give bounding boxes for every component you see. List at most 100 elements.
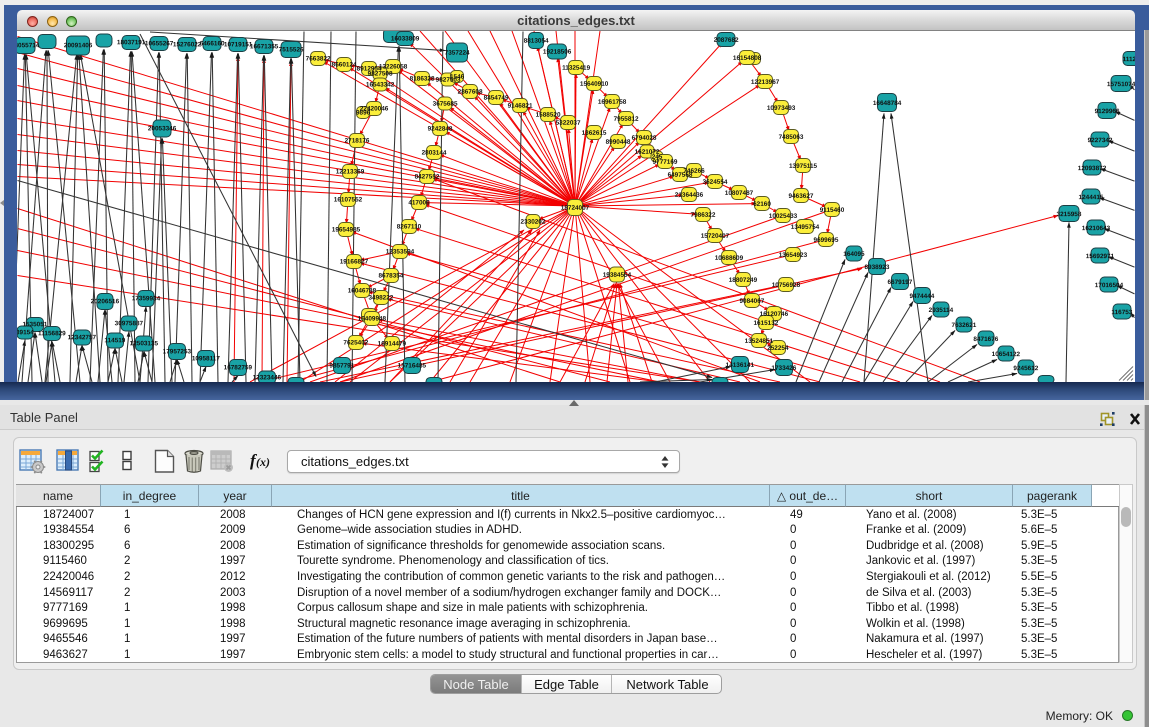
svg-text:8454749: 8454749: [484, 94, 509, 101]
svg-text:7357224: 7357224: [445, 49, 470, 56]
svg-text:11325419: 11325419: [562, 64, 591, 71]
svg-text:1362615: 1362615: [582, 129, 607, 136]
svg-text:11156829: 11156829: [38, 330, 66, 337]
svg-text:9699695: 9699695: [814, 236, 839, 243]
svg-text:8813054: 8813054: [524, 37, 549, 44]
svg-text:10973493: 10973493: [767, 104, 796, 111]
svg-text:7663822: 7663822: [306, 55, 331, 62]
svg-text:16154808: 16154808: [733, 54, 762, 61]
svg-text:6794028: 6794028: [632, 134, 657, 141]
svg-text:9129966: 9129966: [1095, 108, 1120, 115]
svg-text:15640910: 15640910: [580, 80, 609, 87]
svg-text:13654923: 13654923: [779, 251, 808, 258]
svg-text:16961758: 16961758: [598, 98, 627, 105]
svg-text:39154: 39154: [17, 329, 34, 336]
svg-text:1535051: 1535051: [22, 321, 47, 328]
svg-text:16782759: 16782759: [224, 364, 253, 371]
svg-text:3675685: 3675685: [433, 100, 458, 107]
svg-text:19218506: 19218506: [543, 48, 572, 55]
svg-text:17016504: 17016504: [1095, 282, 1124, 289]
svg-text:62160: 62160: [753, 200, 771, 207]
svg-text:2803144: 2803144: [422, 149, 447, 156]
svg-text:19654985: 19654985: [332, 226, 361, 233]
svg-text:21364436: 21364436: [675, 191, 704, 198]
svg-text:16543342: 16543342: [366, 81, 395, 88]
svg-text:12213967: 12213967: [751, 78, 780, 85]
svg-text:9245612: 9245612: [1013, 365, 1038, 372]
svg-text:16914479: 16914479: [378, 340, 407, 347]
svg-text:10756928: 10756928: [772, 281, 801, 288]
svg-text:417006: 417006: [408, 199, 430, 206]
svg-text:10958117: 10958117: [192, 355, 221, 362]
svg-text:17957253: 17957253: [163, 348, 192, 355]
svg-text:8427552: 8427552: [415, 173, 440, 180]
svg-text:8186328: 8186328: [410, 75, 435, 82]
svg-text:16671355: 16671355: [250, 43, 279, 50]
svg-text:2087682: 2087682: [714, 36, 739, 43]
svg-text:9115460: 9115460: [820, 206, 845, 213]
svg-text:15720407: 15720407: [701, 232, 730, 239]
svg-text:3498222: 3498222: [368, 294, 393, 301]
svg-text:8990448: 8990448: [606, 138, 631, 145]
svg-text:12093872: 12093872: [1078, 165, 1107, 172]
svg-text:12353594: 12353594: [386, 248, 415, 255]
svg-text:11121: 11121: [1123, 56, 1135, 63]
svg-text:10655267: 10655267: [145, 40, 174, 47]
svg-text:9084067: 9084067: [739, 297, 764, 304]
svg-text:18037191: 18037191: [117, 39, 146, 46]
svg-text:10654122: 10654122: [992, 351, 1021, 358]
svg-text:9227342: 9227342: [1088, 137, 1113, 144]
svg-text:7485063: 7485063: [779, 133, 804, 140]
svg-text:15276022: 15276022: [173, 41, 202, 48]
svg-text:9827508: 9827508: [368, 70, 393, 77]
svg-text:20206516: 20206516: [91, 298, 120, 305]
svg-text:16210643: 16210643: [1082, 225, 1111, 232]
svg-text:19384554: 19384554: [603, 271, 632, 278]
svg-text:16648784: 16648784: [873, 99, 902, 106]
svg-text:13226058: 13226058: [379, 63, 408, 70]
svg-text:15751074: 15751074: [1107, 81, 1135, 88]
svg-text:17359934: 17359934: [132, 295, 161, 302]
svg-text:10688609: 10688609: [715, 254, 744, 261]
svg-text:1588520: 1588520: [536, 111, 561, 118]
svg-text:2867608: 2867608: [458, 88, 483, 95]
svg-text:116753: 116753: [1111, 309, 1132, 316]
svg-text:16107552: 16107552: [334, 196, 363, 203]
svg-text:7515526: 7515526: [279, 46, 304, 53]
svg-text:1244415: 1244415: [1079, 194, 1104, 201]
svg-text:6679197: 6679197: [887, 278, 912, 285]
svg-text:10719151: 10719151: [224, 41, 253, 48]
svg-text:2330202: 2330202: [521, 218, 546, 225]
svg-text:746266: 746266: [683, 167, 705, 174]
svg-text:1615132: 1615132: [753, 319, 778, 326]
svg-text:15692971: 15692971: [1086, 253, 1115, 260]
svg-text:7632621: 7632621: [951, 322, 976, 329]
svg-text:2718176: 2718176: [345, 137, 370, 144]
svg-text:9896: 9896: [356, 109, 371, 116]
svg-text:20091406: 20091406: [64, 42, 93, 49]
svg-text:14055714: 14055714: [17, 42, 40, 49]
svg-text:8267110: 8267110: [397, 223, 422, 230]
svg-text:16033809: 16033809: [391, 35, 420, 42]
svg-text:8471676: 8471676: [973, 336, 998, 343]
svg-text:9777169: 9777169: [653, 158, 678, 165]
svg-text:164095: 164095: [843, 250, 865, 257]
svg-text:7986322: 7986322: [691, 211, 716, 218]
svg-text:16046788: 16046788: [348, 287, 377, 294]
svg-text:(x): (x): [256, 455, 270, 469]
svg-text:114519: 114519: [104, 337, 125, 344]
svg-text:12323446: 12323446: [253, 374, 282, 381]
svg-text:9474444: 9474444: [909, 292, 934, 299]
svg-text:12342757: 12342757: [68, 334, 97, 341]
svg-text:14136141: 14136141: [726, 361, 755, 368]
svg-text:3215958: 3215958: [1057, 211, 1082, 218]
svg-text:16409948: 16409948: [358, 315, 387, 322]
svg-text:10807487: 10807487: [725, 189, 754, 196]
svg-text:13495754: 13495754: [791, 223, 820, 230]
svg-text:30975887: 30975887: [115, 320, 144, 327]
svg-text:1733426: 1733426: [771, 364, 796, 371]
svg-text:13975115: 13975115: [789, 162, 818, 169]
svg-text:18724007: 18724007: [561, 204, 590, 211]
svg-text:8678354: 8678354: [378, 272, 403, 279]
svg-text:3624554: 3624554: [703, 178, 728, 185]
